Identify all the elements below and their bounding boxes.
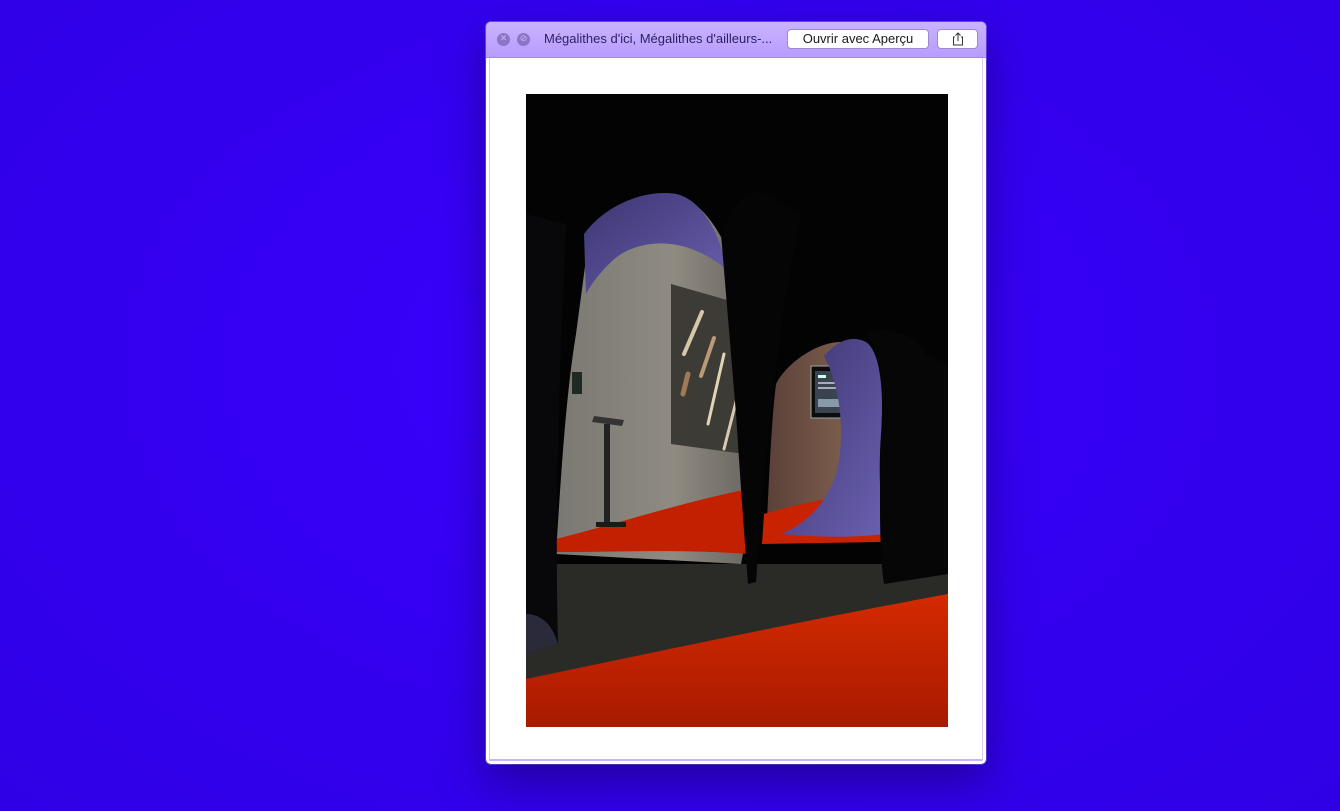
share-button[interactable] xyxy=(937,29,978,49)
exhibition-photo-illustration xyxy=(526,94,948,727)
close-icon[interactable]: ✕ xyxy=(497,33,510,46)
quicklook-window: ✕ ⊘ Mégalithes d'ici, Mégalithes d'aille… xyxy=(486,22,986,764)
window-title: Mégalithes d'ici, Mégalithes d'ailleurs-… xyxy=(544,31,773,46)
window-titlebar[interactable]: ✕ ⊘ Mégalithes d'ici, Mégalithes d'aille… xyxy=(486,22,986,58)
exhibition-photo xyxy=(526,94,948,727)
fullscreen-disabled-icon[interactable]: ⊘ xyxy=(517,33,530,46)
share-icon xyxy=(952,32,963,46)
open-with-preview-button[interactable]: Ouvrir avec Aperçu xyxy=(787,29,929,49)
desktop-background: ✕ ⊘ Mégalithes d'ici, Mégalithes d'aille… xyxy=(0,0,1340,811)
preview-content-area xyxy=(489,58,983,761)
